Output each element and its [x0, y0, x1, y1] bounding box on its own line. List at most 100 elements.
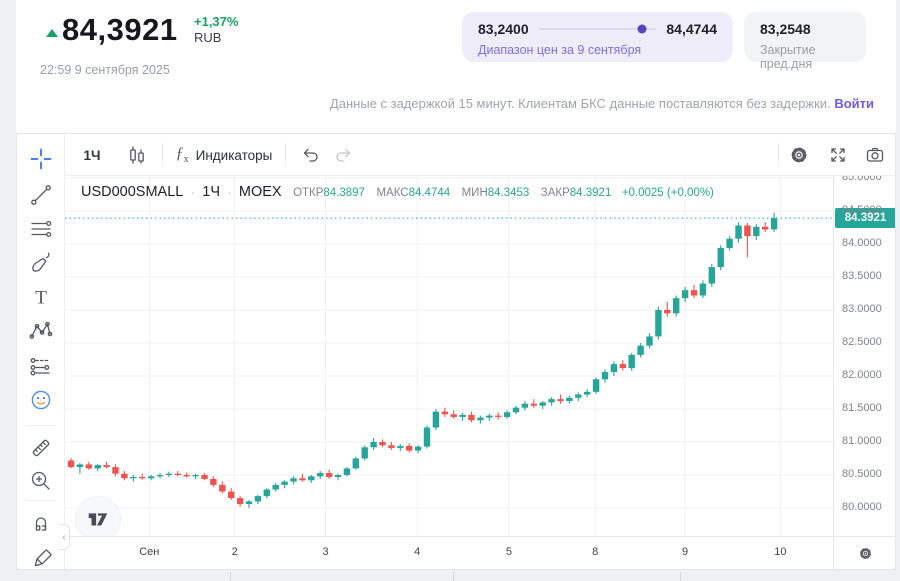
range-card-label: Диапазон цен за 9 сентября — [478, 43, 641, 57]
price-axis-label: 84.5000 — [842, 204, 882, 216]
price-axis-label: 85.0000 — [842, 176, 882, 183]
pencil-icon — [27, 546, 55, 570]
xabcd-pattern-icon — [27, 317, 55, 345]
undo-button[interactable] — [293, 134, 327, 176]
open-value: 84.3897 — [323, 187, 365, 199]
time-axis[interactable]: Сен 2 3 4 5 8 9 10 — [65, 536, 896, 569]
price-axis-label: 80.0000 — [842, 501, 882, 513]
legend-interval: 1Ч — [202, 184, 220, 200]
delay-notice: Данные с задержкой 15 минут. Клиентам БК… — [330, 96, 874, 111]
price-axis-label: 80.5000 — [842, 468, 882, 480]
magnet-tool[interactable] — [27, 509, 55, 537]
chart-style-button[interactable] — [117, 134, 157, 176]
emoji-icon — [27, 386, 55, 414]
price-axis-label: 84.0000 — [842, 237, 882, 249]
price-axis-label: 82.5000 — [842, 336, 882, 348]
forecast-tool[interactable] — [27, 351, 55, 379]
range-high-value: 84,4744 — [666, 21, 717, 37]
camera-icon — [865, 145, 885, 165]
chart-plot-area[interactable]: USD000SMALL · 1Ч · MOEX ОТКР84.3897 МАКС… — [65, 176, 833, 536]
low-label: МИН — [462, 187, 488, 199]
prev-close-value: 83,2548 — [760, 21, 811, 37]
time-axis-label: 9 — [682, 546, 688, 558]
time-axis-label: 4 — [414, 546, 420, 558]
login-link[interactable]: Войти — [834, 96, 874, 111]
legend-exchange: MOEX — [239, 184, 282, 200]
measure-tool[interactable] — [27, 434, 55, 462]
time-axis-settings-button[interactable] — [833, 537, 896, 570]
indicators-label: Индикаторы — [196, 148, 273, 163]
fx-icon: ƒx — [176, 145, 189, 165]
undo-icon — [300, 145, 320, 165]
redo-icon — [334, 145, 354, 165]
interval-button[interactable]: 1Ч — [73, 134, 111, 176]
price-range-card: 83,2400 84,4744 Диапазон цен за 9 сентяб… — [462, 12, 733, 62]
indicators-button[interactable]: ƒx Индикаторы — [168, 134, 280, 176]
zoom-in-tool[interactable] — [27, 467, 55, 495]
drawing-toolbar: T — [17, 134, 65, 570]
price-axis-label: 81.5000 — [842, 402, 882, 414]
sidebar-collapse-handle[interactable]: ‹ — [59, 524, 70, 550]
edit-tool[interactable] — [27, 546, 55, 570]
change-percent: +1,37% — [194, 15, 238, 29]
legend-symbol[interactable]: USD000SMALL — [81, 184, 183, 200]
chart-legend: USD000SMALL · 1Ч · MOEX ОТКР84.3897 МАКС… — [81, 183, 714, 201]
magnet-icon — [27, 509, 55, 537]
low-value: 84.3453 — [488, 187, 530, 199]
tradingview-watermark — [75, 496, 121, 536]
high-label: МАКС — [376, 187, 408, 199]
snapshot-button[interactable] — [857, 134, 893, 176]
prev-close-label: Закрытие пред.дня — [760, 43, 866, 71]
brush-icon — [27, 249, 55, 277]
candles-svg[interactable] — [65, 176, 833, 536]
fib-lines-icon — [27, 215, 55, 243]
crosshair-icon — [27, 145, 55, 173]
fib-lines-tool[interactable] — [27, 215, 55, 243]
chart-widget: 1Ч ƒx Индикаторы — [16, 133, 896, 570]
prev-close-card: 83,2548 Закрытие пред.дня — [744, 12, 866, 62]
high-value: 84.4744 — [409, 187, 451, 199]
time-axis-label: 5 — [506, 546, 512, 558]
crosshair-tool[interactable] — [27, 145, 55, 173]
text-tool[interactable]: T — [27, 283, 55, 311]
quote-timestamp: 22:59 9 сентября 2025 — [40, 63, 170, 77]
axis-settings-gear-icon — [858, 546, 873, 561]
close-value: 84.3921 — [570, 187, 612, 199]
time-axis-label: 10 — [774, 546, 786, 558]
time-axis-label: Сен — [139, 546, 159, 558]
page: 84,3921 +1,37% RUB 22:59 9 сентября 2025… — [0, 0, 900, 581]
currency-label: RUB — [194, 31, 238, 45]
price-axis-label: 81.0000 — [842, 435, 882, 447]
zoom-in-icon — [27, 467, 55, 495]
forecast-icon — [27, 351, 55, 379]
time-axis-label: 2 — [232, 546, 238, 558]
fullscreen-button[interactable] — [819, 134, 857, 176]
range-low-value: 83,2400 — [478, 21, 529, 37]
ruler-icon — [27, 434, 55, 462]
range-slider-track — [539, 28, 657, 30]
last-price: 84,3921 — [62, 12, 178, 48]
text-icon: T — [27, 283, 55, 311]
time-axis-label: 8 — [592, 546, 598, 558]
price-axis[interactable]: 84.3921 85.000084.500084.000083.500083.0… — [833, 176, 896, 536]
svg-text:T: T — [35, 288, 47, 309]
tradingview-logo-icon — [85, 506, 111, 532]
content-panel: 84,3921 +1,37% RUB 22:59 9 сентября 2025… — [16, 0, 896, 570]
delay-notice-text: Данные с задержкой 15 минут. Клиентам БК… — [330, 96, 831, 111]
range-slider-dot — [638, 25, 647, 34]
trend-line-icon — [27, 181, 55, 209]
time-axis-label: 3 — [322, 546, 328, 558]
settings-gear-icon — [789, 145, 809, 165]
xabcd-pattern-tool[interactable] — [27, 317, 55, 345]
redo-button[interactable] — [327, 134, 361, 176]
legend-change: +0.0025 (+0.00%) — [622, 187, 714, 199]
trend-line-tool[interactable] — [27, 181, 55, 209]
price-axis-label: 82.0000 — [842, 369, 882, 381]
up-triangle-icon — [46, 29, 58, 37]
open-label: ОТКР — [293, 187, 323, 199]
settings-button[interactable] — [779, 134, 819, 176]
brush-tool[interactable] — [27, 249, 55, 277]
price-axis-label: 83.0000 — [842, 303, 882, 315]
emoji-tool[interactable] — [27, 386, 55, 414]
candlestick-style-icon — [127, 145, 147, 165]
